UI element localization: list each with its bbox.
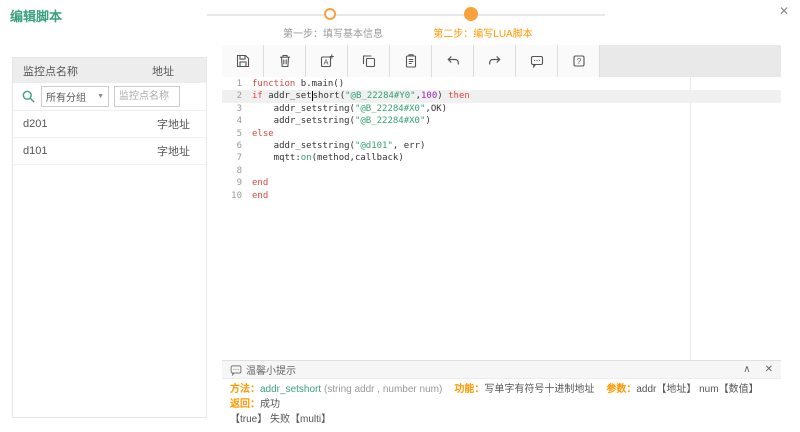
line-number: 1 — [222, 78, 252, 90]
editor-toolbar: A — [222, 45, 781, 77]
tip-bubble-icon — [230, 364, 242, 376]
lua-editor: A — [222, 45, 781, 418]
code-line: 1function b.main() — [222, 78, 781, 90]
line-number: 10 — [222, 190, 252, 202]
comment-icon — [529, 53, 545, 69]
svg-text:?: ? — [576, 57, 581, 66]
tip-func-text: 写单字有符号十进制地址 — [484, 384, 594, 395]
tip-return-label: 返回： — [230, 399, 260, 410]
code-line: 6 addr_setstring("@d101", err) — [222, 140, 781, 152]
tip-method-name: addr_setshort — [260, 384, 321, 395]
save-button[interactable] — [222, 45, 264, 77]
table-row[interactable]: d201 字地址 — [13, 111, 206, 138]
code-lines: 1function b.main()2if addr_setshort("@B_… — [222, 78, 781, 202]
tips-content: 方法：addr_setshort (string addr , number n… — [222, 379, 781, 427]
point-address: 字地址 — [136, 143, 196, 159]
toolbar-filler — [600, 45, 781, 77]
code-line: 9end — [222, 177, 781, 189]
copy-button[interactable] — [348, 45, 390, 77]
tip-return-text-line2: 【true】 失败【multi】 — [230, 412, 773, 427]
copy-icon — [361, 53, 377, 69]
paste-button[interactable] — [390, 45, 432, 77]
svg-text:A: A — [323, 58, 328, 67]
monitor-point-panel: 监控点名称 地址 所有分组 ▼ d201 字地址 d101 字地址 — [12, 57, 207, 418]
code-line: 5else — [222, 128, 781, 140]
delete-button[interactable] — [264, 45, 306, 77]
font-size-button[interactable]: A — [306, 45, 348, 77]
code-line: 2if addr_setshort("@B_22284#Y0",100) the… — [222, 90, 781, 102]
tip-return-text: 成功 — [260, 399, 280, 410]
code-line: 7 mqtt:on(method,callback) — [222, 152, 781, 164]
group-select-value: 所有分组 — [46, 89, 86, 104]
paste-icon — [403, 53, 419, 69]
tip-param-text: addr【地址】 num【数值】 — [636, 384, 758, 395]
tips-panel: 温馨小提示 ∧ ✕ 方法：addr_setshort (string addr … — [222, 360, 781, 418]
filter-row: 所有分组 ▼ — [13, 83, 206, 111]
trash-icon — [277, 53, 293, 69]
code-line: 8 — [222, 165, 781, 177]
step1-label: 第一步：填写基本信息 — [268, 25, 398, 40]
stepper-line — [207, 14, 605, 16]
tips-header: 温馨小提示 ∧ ✕ — [222, 361, 781, 379]
line-number: 2 — [222, 90, 252, 102]
tip-param-label: 参数： — [606, 384, 636, 395]
comment-button[interactable] — [516, 45, 558, 77]
code-editor-area[interactable]: 1function b.main()2if addr_setshort("@B_… — [222, 77, 781, 360]
table-row[interactable]: d101 字地址 — [13, 138, 206, 165]
line-number: 5 — [222, 128, 252, 140]
code-line: 4 addr_setstring("@B_22284#X0") — [222, 115, 781, 127]
tip-func-label: 功能： — [454, 384, 484, 395]
line-number: 8 — [222, 165, 252, 177]
edit-script-dialog: 编辑脚本 ✕ 第一步：填写基本信息 第二步：编写LUA脚本 监控点名称 地址 所… — [0, 0, 800, 432]
code-line: 10end — [222, 190, 781, 202]
tips-close-icon[interactable]: ✕ — [765, 364, 773, 375]
tip-method-label: 方法： — [230, 384, 260, 395]
group-select[interactable]: 所有分组 ▼ — [41, 86, 109, 107]
undo-icon — [445, 53, 461, 69]
line-number: 3 — [222, 103, 252, 115]
name-column-header: 监控点名称 — [23, 63, 136, 79]
page-title: 编辑脚本 — [10, 6, 62, 25]
search-icon[interactable] — [21, 89, 36, 104]
point-name: d201 — [23, 118, 136, 130]
undo-button[interactable] — [432, 45, 474, 77]
line-number: 6 — [222, 140, 252, 152]
help-icon: ? — [571, 53, 587, 69]
save-icon — [235, 53, 251, 69]
step2-indicator — [464, 7, 478, 21]
line-number: 4 — [222, 115, 252, 127]
chevron-down-icon: ▼ — [97, 93, 104, 100]
help-button[interactable]: ? — [558, 45, 600, 77]
redo-button[interactable] — [474, 45, 516, 77]
point-address: 字地址 — [136, 116, 196, 132]
tip-method-signature: (string addr , number num) — [324, 384, 442, 395]
step2-label: 第二步：编写LUA脚本 — [412, 25, 554, 40]
tips-title: 温馨小提示 — [246, 362, 296, 377]
tips-collapse-icon[interactable]: ∧ — [743, 364, 750, 375]
line-number: 7 — [222, 152, 252, 164]
point-name-input[interactable] — [114, 86, 180, 107]
table-header: 监控点名称 地址 — [13, 58, 206, 83]
point-name: d101 — [23, 145, 136, 157]
step1-indicator — [324, 8, 336, 20]
line-number: 9 — [222, 177, 252, 189]
font-size-icon: A — [319, 53, 335, 69]
code-line: 3 addr_setstring("@B_22284#X0",OK) — [222, 103, 781, 115]
address-column-header: 地址 — [136, 63, 196, 79]
close-icon[interactable]: ✕ — [776, 4, 792, 18]
redo-icon — [487, 53, 503, 69]
